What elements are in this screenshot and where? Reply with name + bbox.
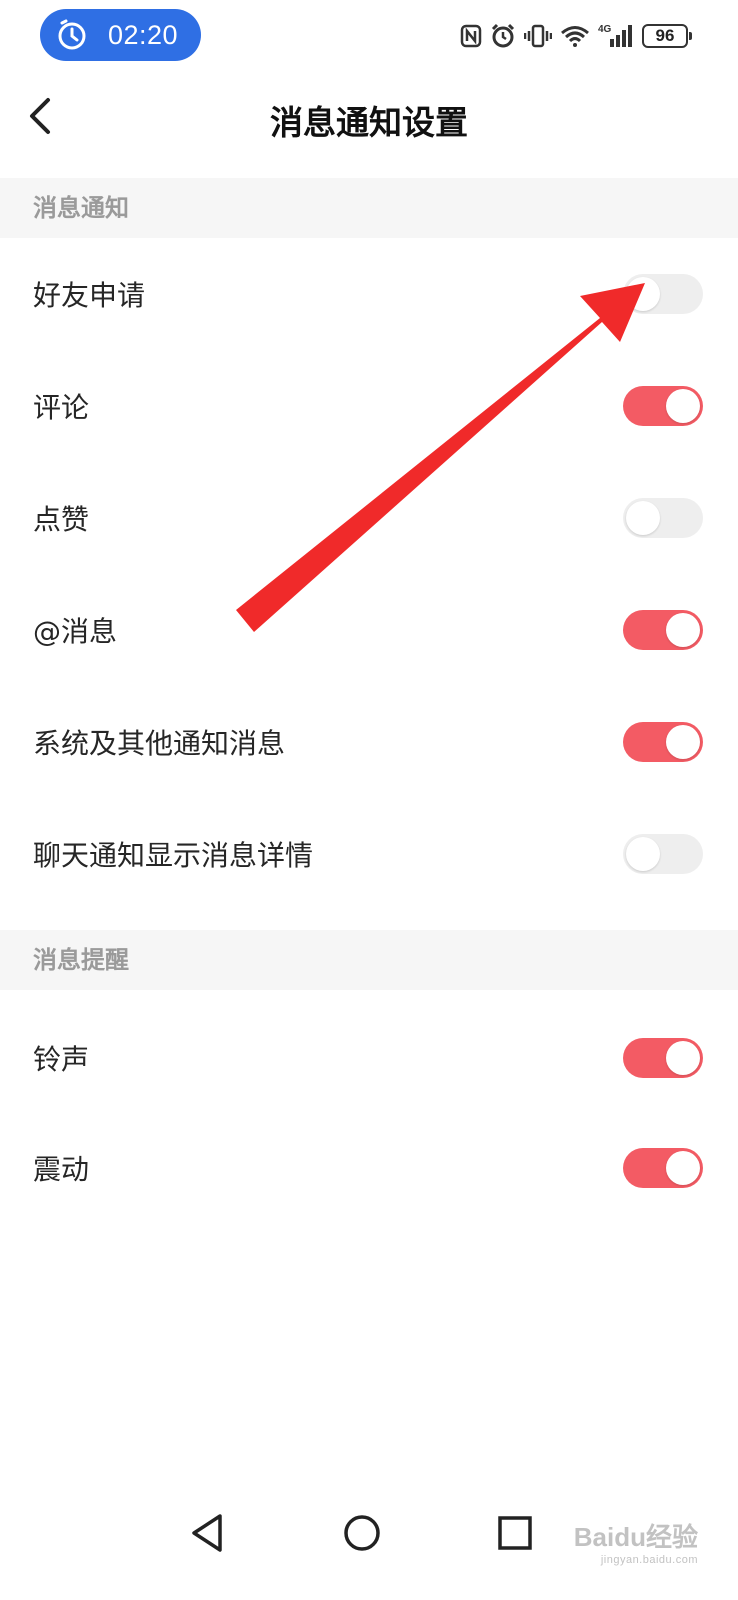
- battery-level: 96: [655, 26, 675, 45]
- stopwatch-icon: [58, 19, 86, 50]
- wifi-icon: [561, 26, 589, 47]
- nav-home-icon[interactable]: [337, 1508, 387, 1558]
- toggle-knob: [626, 501, 660, 535]
- vibration-toggle[interactable]: [623, 1148, 703, 1188]
- setting-label: @消息: [33, 615, 118, 648]
- timer-pill[interactable]: 02:20: [40, 9, 201, 61]
- page-title: 消息通知设置: [270, 103, 468, 142]
- watermark-text: Baidu经验: [573, 1522, 698, 1552]
- alarm-icon: [491, 23, 515, 48]
- setting-row-mention: @消息: [0, 574, 738, 686]
- section-header-reminders: 消息提醒: [0, 930, 738, 990]
- toggle-knob: [666, 389, 700, 423]
- setting-label: 震动: [33, 1153, 90, 1186]
- setting-row-ringtone: 铃声: [0, 1002, 738, 1114]
- chat-details-toggle[interactable]: [623, 834, 703, 874]
- nfc-icon: [460, 24, 482, 48]
- setting-label: 点赞: [33, 503, 90, 536]
- navigation-bar: Baidu经验 jingyan.baidu.com: [0, 1480, 738, 1600]
- toggle-knob: [666, 613, 700, 647]
- nav-recents-icon[interactable]: [490, 1508, 540, 1558]
- nav-back-icon[interactable]: [184, 1508, 234, 1558]
- setting-row-friend-request: 好友申请: [0, 238, 738, 350]
- watermark-subtext: jingyan.baidu.com: [600, 1554, 698, 1566]
- toggle-knob: [626, 277, 660, 311]
- setting-row-vibration: 震动: [0, 1112, 738, 1224]
- toggle-knob: [666, 1041, 700, 1075]
- setting-row-comment: 评论: [0, 350, 738, 462]
- signal-4g-icon: 4G: [598, 24, 632, 47]
- mention-toggle[interactable]: [623, 610, 703, 650]
- comment-toggle[interactable]: [623, 386, 703, 426]
- toggle-knob: [626, 837, 660, 871]
- vibrate-icon: [524, 24, 552, 48]
- section-header-notifications: 消息通知: [0, 178, 738, 238]
- timer-text: 02:20: [108, 20, 179, 50]
- setting-row-system-notifications: 系统及其他通知消息: [0, 686, 738, 798]
- system-notifications-toggle[interactable]: [623, 722, 703, 762]
- setting-label: 铃声: [33, 1043, 90, 1076]
- setting-row-chat-details: 聊天通知显示消息详情: [0, 798, 738, 910]
- friend-request-toggle[interactable]: [623, 274, 703, 314]
- like-toggle[interactable]: [623, 498, 703, 538]
- setting-row-like: 点赞: [0, 462, 738, 574]
- battery-indicator: 96: [642, 24, 692, 48]
- setting-label: 聊天通知显示消息详情: [33, 839, 314, 872]
- ringtone-toggle[interactable]: [623, 1038, 703, 1078]
- header: 消息通知设置: [0, 70, 738, 178]
- system-icons: 4G 96: [460, 18, 692, 54]
- svg-text:4G: 4G: [598, 24, 612, 35]
- toggle-knob: [666, 725, 700, 759]
- setting-label: 评论: [33, 391, 90, 424]
- watermark: Baidu经验 jingyan.baidu.com: [574, 1517, 698, 1566]
- setting-label: 好友申请: [33, 279, 146, 312]
- setting-label: 系统及其他通知消息: [33, 727, 286, 760]
- status-bar: 02:20 4G 96: [0, 0, 738, 70]
- toggle-knob: [666, 1151, 700, 1185]
